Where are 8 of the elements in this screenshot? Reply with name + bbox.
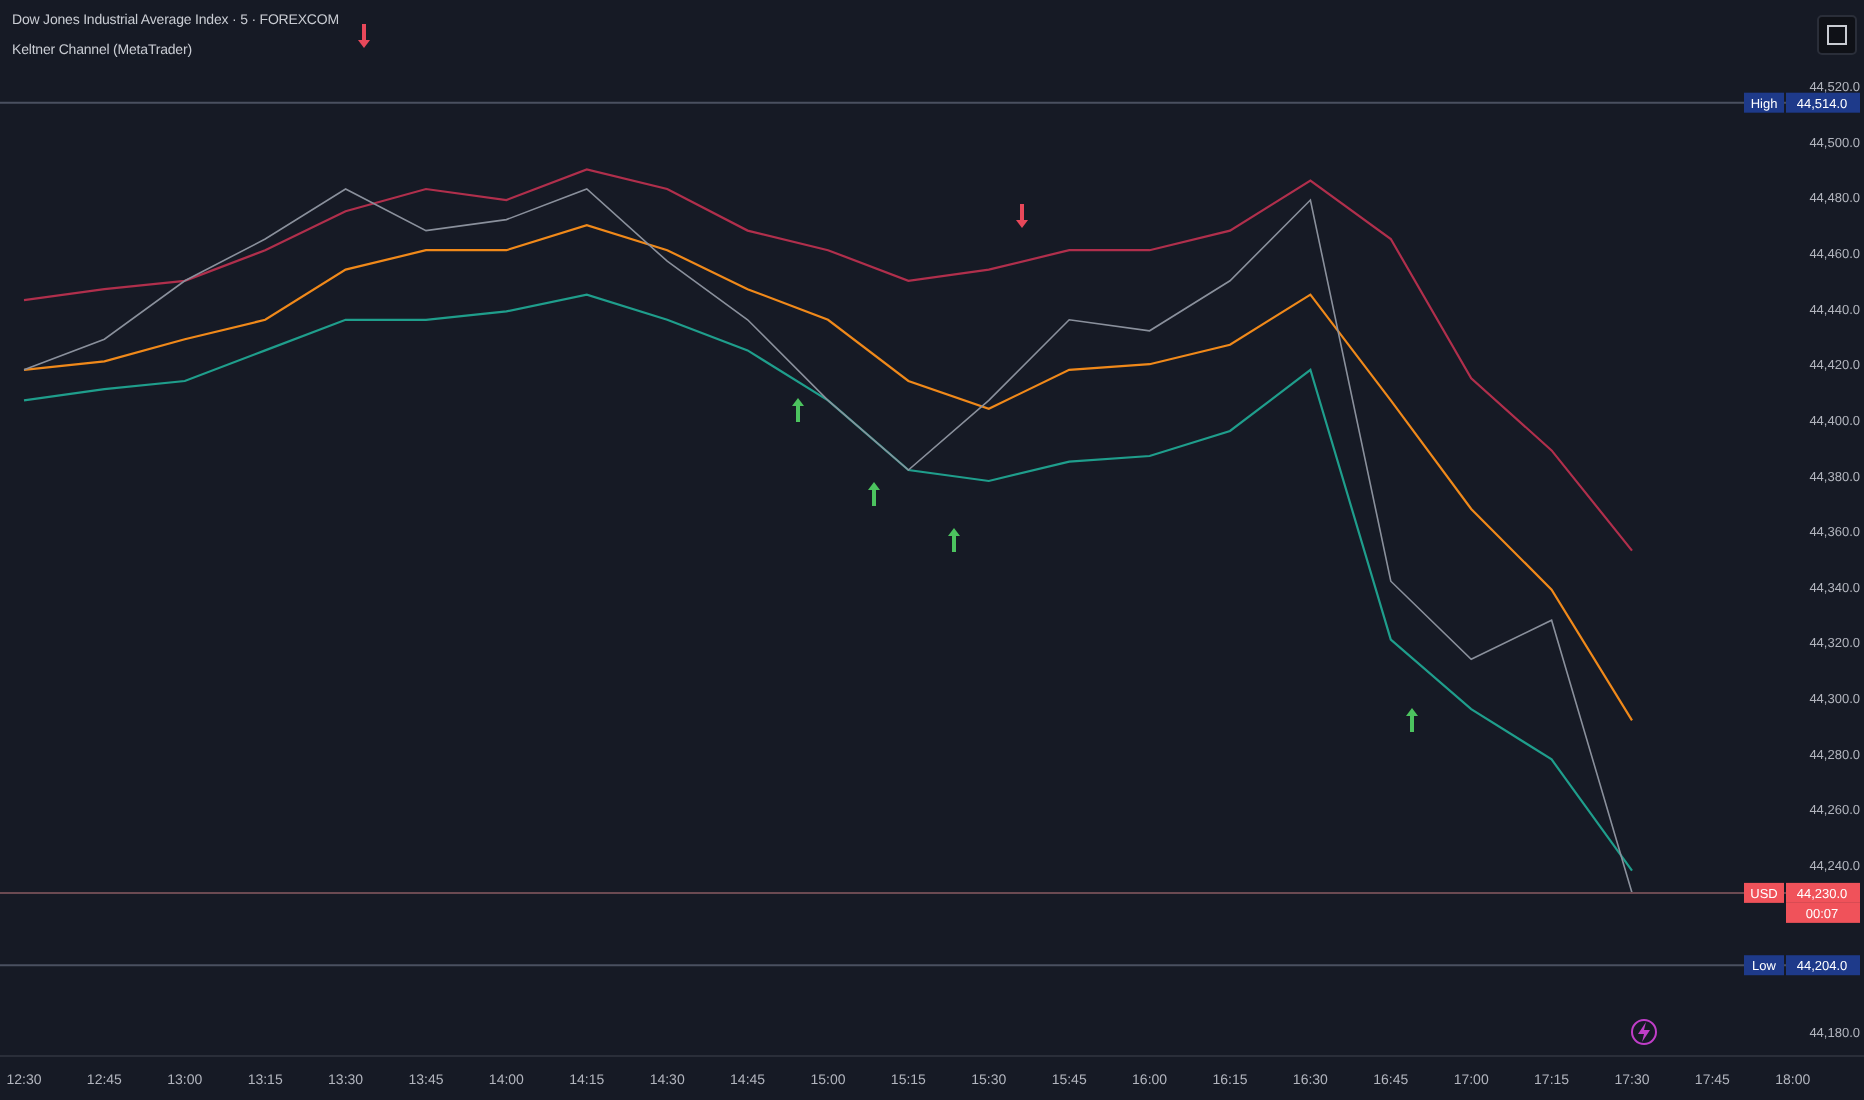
chart-settings-icon[interactable] [1817,15,1857,55]
down-arrow-icon [1016,204,1028,228]
up-arrow-icon [1406,708,1418,732]
down-arrow-icon [358,24,370,48]
up-arrow-icon [792,398,804,422]
up-arrow-icon [868,482,880,506]
lightning-icon[interactable] [1631,1019,1657,1045]
up-arrow-icon [948,528,960,552]
